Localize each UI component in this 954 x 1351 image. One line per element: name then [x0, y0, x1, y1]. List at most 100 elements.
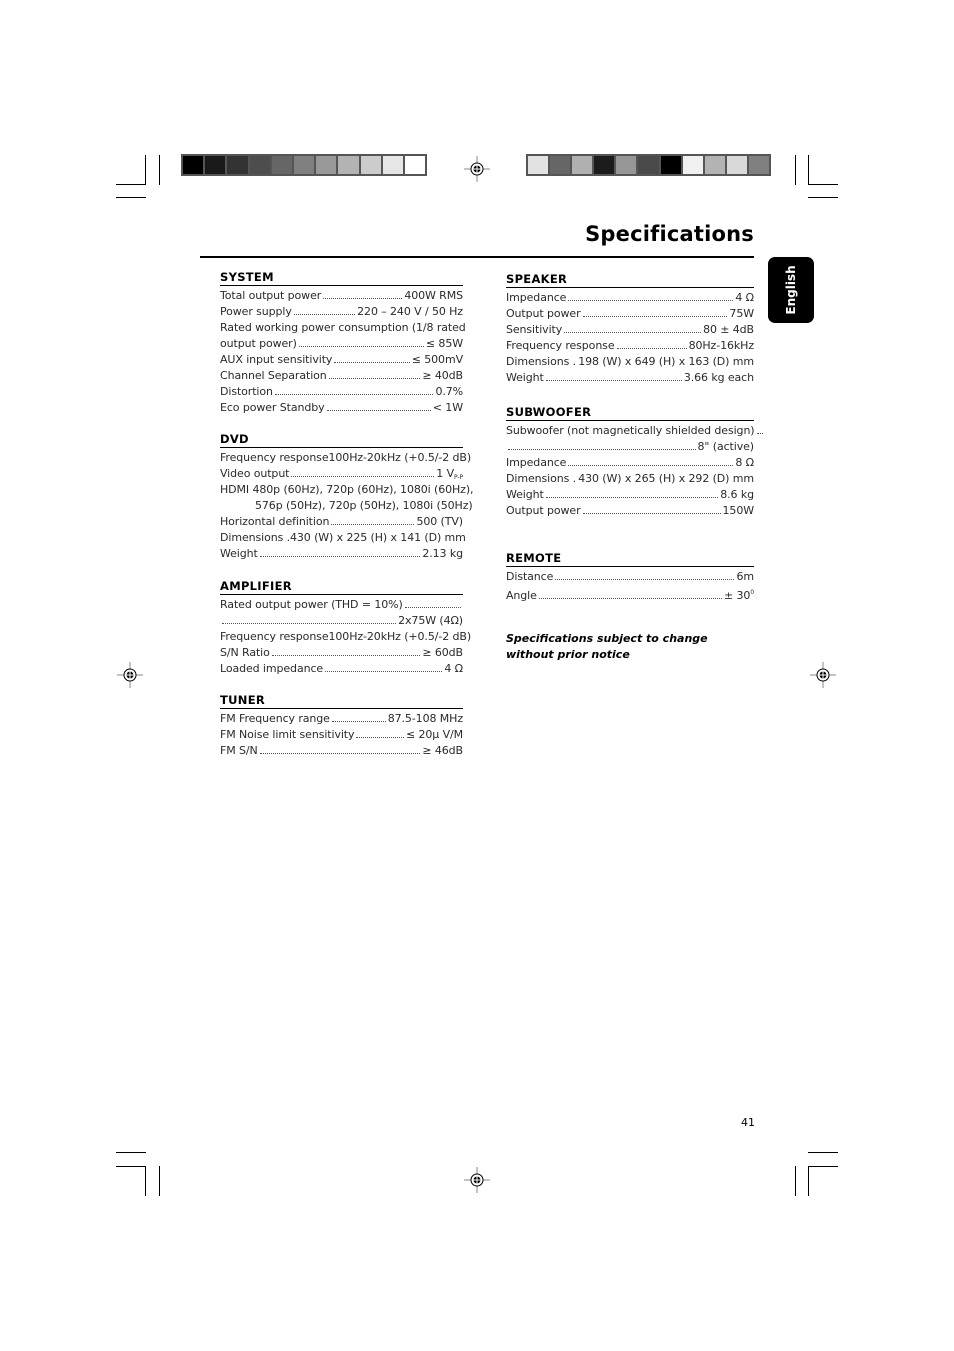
spec-label: Rated output power (THD = 10%)	[220, 598, 403, 611]
spec-value: 3.66 kg each	[683, 371, 754, 384]
dot-leader	[334, 352, 410, 363]
spec-rows: Rated output power (THD = 10%) 2x75W (4Ω)…	[220, 595, 471, 677]
spec-row: Sensitivity 80 ± 4dB	[506, 322, 754, 338]
color-swatch	[338, 156, 359, 174]
spec-label: Frequency response	[506, 339, 615, 352]
registration-mark-icon	[117, 662, 143, 688]
spec-label: Total output power	[220, 289, 322, 302]
spec-label: Impedance	[506, 291, 567, 304]
section-speaker: SPEAKER Impedance 4 Ω Output power 75W Sensi…	[506, 273, 754, 386]
dot-leader	[274, 384, 434, 395]
crop-mark	[116, 1166, 146, 1167]
dot-leader	[325, 661, 443, 672]
spec-row: Video output 1 VP-P	[220, 466, 463, 482]
spec-rows: Impedance 4 Ω Output power 75W Sensitivity 80…	[506, 288, 754, 386]
page-title: Specifications	[585, 222, 754, 246]
crop-mark	[116, 184, 146, 185]
spec-label: HDMI 480p (60Hz), 720p (60Hz), 1080i (60…	[220, 483, 474, 496]
dot-leader	[298, 336, 424, 347]
spec-label: Weight	[506, 488, 544, 501]
dot-leader	[582, 503, 721, 514]
color-swatch	[205, 156, 226, 174]
crop-mark	[795, 1166, 796, 1196]
spec-row: Output power 150W	[506, 503, 754, 519]
spec-label: Eco power Standby	[220, 401, 325, 414]
spec-value: 2.13 kg	[422, 547, 463, 560]
color-swatch	[660, 156, 681, 174]
color-swatch	[293, 156, 315, 174]
spec-value: 8 Ω	[735, 456, 754, 469]
spec-row: Rated output power (THD = 10%)	[220, 597, 463, 613]
spec-label: Horizontal definition	[220, 515, 330, 528]
spec-row: 2x75W (4Ω)	[220, 613, 463, 629]
spec-label: FM S/N	[220, 744, 258, 757]
spec-row: S/N Ratio ≥ 60dB	[220, 645, 463, 661]
section-heading: AMPLIFIER	[220, 580, 463, 595]
spec-row: 8" (active)	[506, 439, 754, 455]
crop-mark	[808, 1166, 838, 1167]
spec-value: ± 300	[723, 589, 754, 602]
section-system: SYSTEM Total output power 400W RMS Power s…	[220, 271, 466, 416]
spec-label: Dimensions .	[220, 531, 290, 544]
dot-leader	[582, 306, 728, 317]
dot-leader	[545, 487, 719, 498]
dot-leader	[323, 288, 403, 299]
color-swatch	[550, 156, 571, 174]
spec-row: Distortion 0.7%	[220, 384, 463, 400]
spec-value: 4 Ω	[444, 662, 463, 675]
crop-mark	[159, 155, 160, 185]
spec-row: Total output power 400W RMS	[220, 288, 463, 304]
spec-label: Dimensions .	[506, 472, 576, 485]
spec-value: 8.6 kg	[720, 488, 754, 501]
spec-value: 87.5-108 MHz	[387, 712, 463, 725]
spec-row: Frequency response 100Hz-20kHz (+0.5/-2 d…	[220, 450, 471, 466]
spec-label: Frequency response	[220, 630, 329, 643]
spec-row: Channel Separation ≥ 40dB	[220, 368, 463, 384]
spec-label: Weight	[220, 547, 258, 560]
crop-mark	[808, 197, 838, 198]
spec-label: Weight	[506, 371, 544, 384]
crop-mark	[808, 1152, 838, 1153]
spec-row: Distance 6m	[506, 569, 754, 585]
registration-mark-icon	[464, 1167, 490, 1193]
spec-rows: Total output power 400W RMS Power supply 22…	[220, 286, 466, 416]
crop-mark	[159, 1166, 160, 1196]
dot-leader	[331, 711, 386, 722]
crop-mark	[116, 197, 146, 198]
dot-leader	[568, 455, 734, 466]
spec-label: FM Noise limit sensitivity	[220, 728, 355, 741]
spec-label: Frequency response	[220, 451, 329, 464]
spec-label: Distortion	[220, 385, 273, 398]
spec-row: Dimensions . 198 (W) x 649 (H) x 163 (D)…	[506, 354, 754, 370]
spec-label: Dimensions .	[506, 355, 576, 368]
spec-value: 198 (W) x 649 (H) x 163 (D) mm	[578, 355, 754, 368]
spec-label: Output power	[506, 307, 581, 320]
spec-value: 8" (active)	[697, 440, 755, 453]
dot-leader	[564, 322, 702, 333]
section-amplifier: AMPLIFIER Rated output power (THD = 10%)…	[220, 580, 471, 677]
dot-leader	[291, 466, 435, 477]
dot-leader	[271, 645, 421, 656]
spec-label: S/N Ratio	[220, 646, 270, 659]
dot-leader	[616, 338, 687, 349]
spec-value: ≥ 46dB	[422, 744, 463, 757]
dot-leader	[293, 304, 356, 315]
spec-label: Loaded impedance	[220, 662, 324, 675]
spec-value: 2x75W (4Ω)	[398, 614, 463, 627]
spec-value: 430 (W) x 265 (H) x 292 (D) mm	[578, 472, 754, 485]
spec-row: AUX input sensitivity ≤ 500mV	[220, 352, 463, 368]
color-swatch	[227, 156, 248, 174]
spec-label: FM Frequency range	[220, 712, 330, 725]
dot-leader	[222, 613, 397, 624]
spec-value: < 1W	[432, 401, 463, 414]
spec-rows: FM Frequency range 87.5-108 MHz FM Noise l…	[220, 709, 463, 759]
spec-label: Power supply	[220, 305, 292, 318]
section-heading: SUBWOOFER	[506, 406, 754, 421]
spec-row: HDMI 480p (60Hz), 720p (60Hz), 1080i (60…	[220, 482, 474, 498]
color-swatch	[316, 156, 337, 174]
spec-row: output power) ≤ 85W	[220, 336, 463, 352]
dot-leader	[545, 370, 682, 381]
crop-mark	[145, 155, 146, 185]
spec-rows: Subwoofer (not magnetically shielded des…	[506, 421, 763, 519]
color-bar-left	[181, 154, 427, 176]
